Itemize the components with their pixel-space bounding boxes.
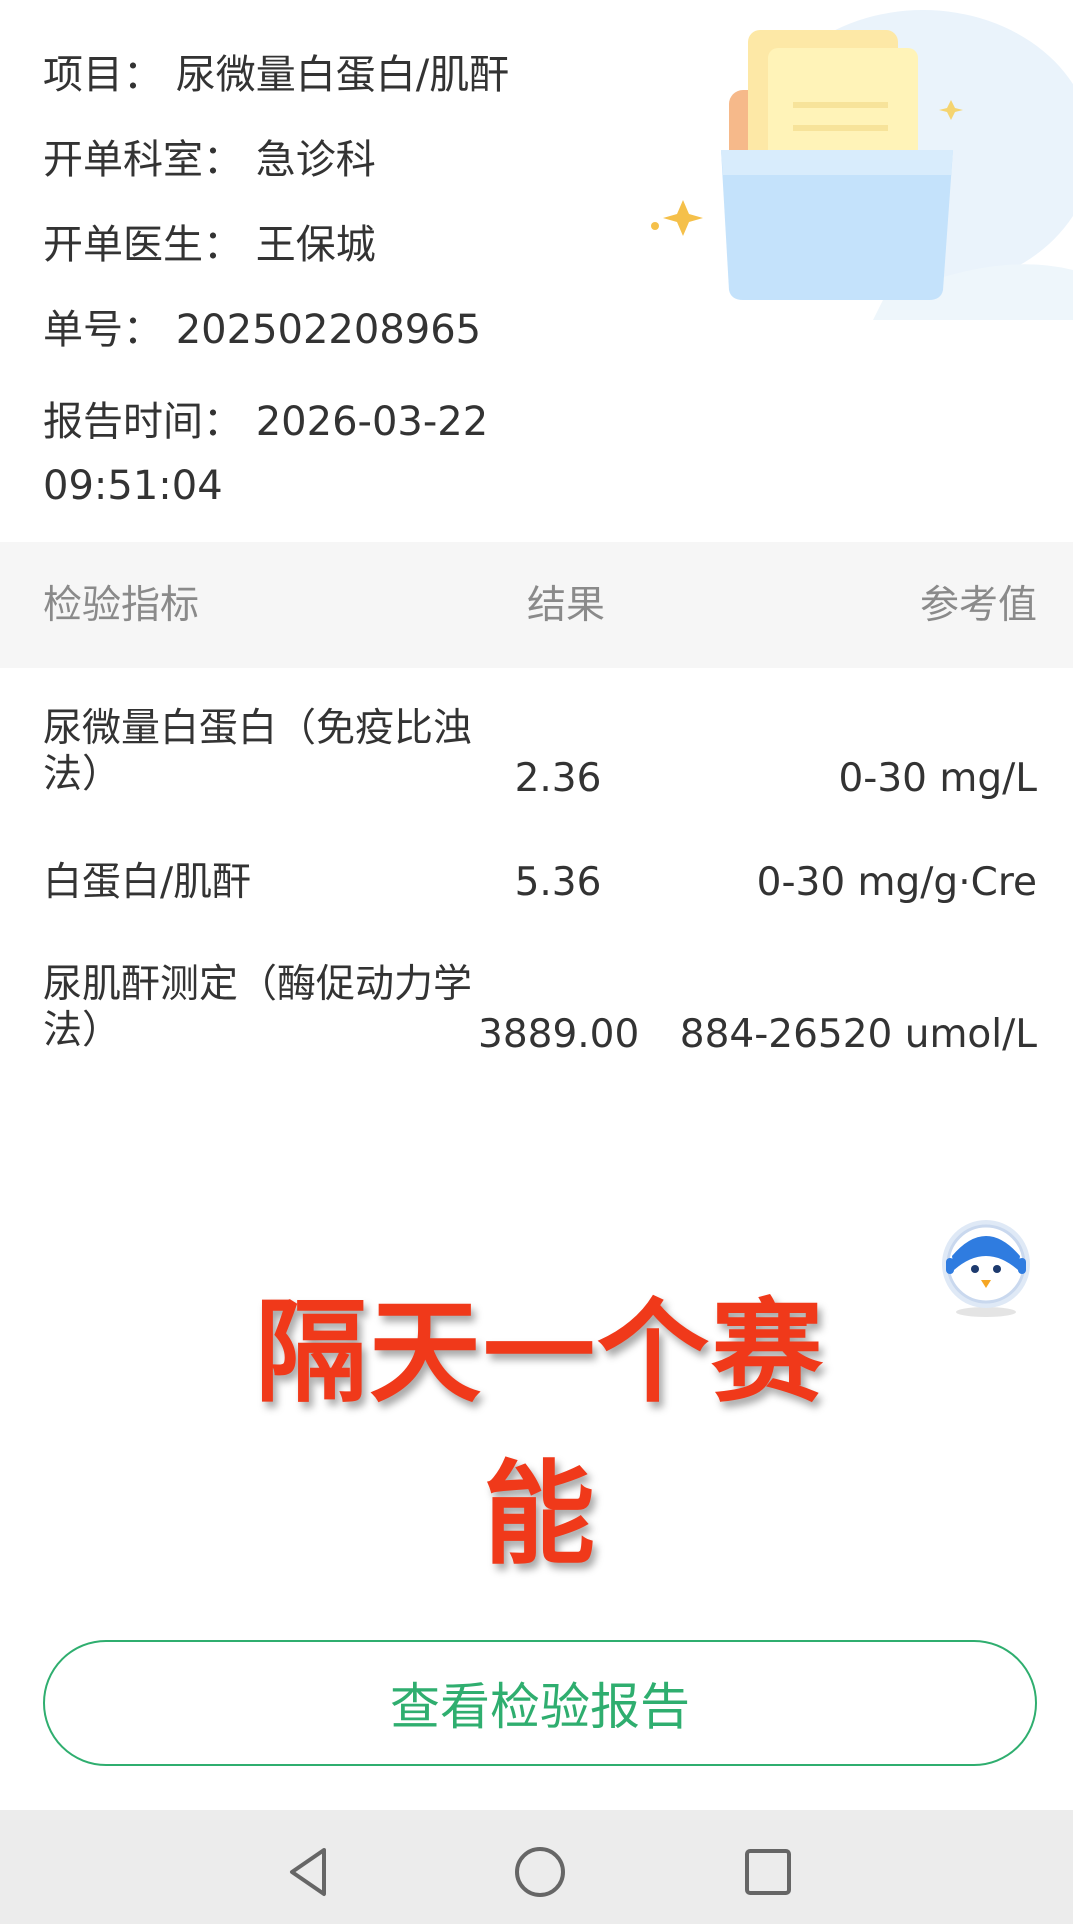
indicator-name: 尿微量白蛋白（免疫比浊法） <box>43 706 473 797</box>
table-row: 白蛋白/肌酐 5.36 0-30 mg/g·Cre <box>0 860 1073 910</box>
table-row: 尿肌酐测定（酶促动力学法） 3889.00 884-26520 umol/L <box>0 962 1073 1062</box>
recent-apps-icon[interactable] <box>738 1842 798 1902</box>
reference-range: 0-30 mg/g·Cre <box>756 860 1037 905</box>
indicator-name: 尿肌酐测定（酶促动力学法） <box>43 962 473 1053</box>
column-header-reference: 参考值 <box>919 583 1037 628</box>
doctor-row: 开单医生： 王保城 <box>43 220 376 270</box>
results-table-header: 检验指标 结果 参考值 <box>0 542 1073 668</box>
reference-range: 884-26520 umol/L <box>679 1012 1037 1057</box>
department-label: 开单科室： <box>43 137 243 183</box>
department-value: 急诊科 <box>255 137 376 183</box>
report-time-row: 报告时间： 2026-03-22 09:51:04 <box>43 390 563 518</box>
column-header-result: 结果 <box>527 583 606 628</box>
result-value: 5.36 <box>514 860 602 905</box>
reference-range: 0-30 mg/L <box>838 756 1037 801</box>
home-icon[interactable] <box>510 1842 570 1902</box>
column-header-indicator: 检验指标 <box>43 583 200 628</box>
doctor-value: 王保城 <box>255 222 376 268</box>
department-row: 开单科室： 急诊科 <box>43 135 376 185</box>
view-report-button[interactable]: 查看检验报告 <box>43 1640 1037 1766</box>
system-navigation-bar <box>0 1810 1073 1924</box>
overlay-caption: 隔天一个赛能 <box>255 1288 825 1580</box>
project-row: 项目： 尿微量白蛋白/肌酐 <box>43 50 509 100</box>
project-value: 尿微量白蛋白/肌酐 <box>175 52 510 98</box>
order-label: 单号： <box>43 307 163 353</box>
document-folder-icon <box>651 10 1073 320</box>
doctor-label: 开单医生： <box>43 222 243 268</box>
indicator-name: 白蛋白/肌酐 <box>43 860 252 905</box>
table-row: 尿微量白蛋白（免疫比浊法） 2.36 0-30 mg/L <box>0 706 1073 806</box>
report-time-label: 报告时间： <box>43 399 243 445</box>
result-value: 2.36 <box>514 756 602 801</box>
result-value: 3889.00 <box>478 1012 640 1057</box>
robot-mascot-icon[interactable] <box>938 1212 1034 1320</box>
back-icon[interactable] <box>280 1842 340 1902</box>
report-detail-page: 项目： 尿微量白蛋白/肌酐 开单科室： 急诊科 开单医生： 王保城 单号： 20… <box>0 0 1073 1924</box>
project-label: 项目： <box>43 52 163 98</box>
order-number-row: 单号： 202502208965 <box>43 305 481 355</box>
order-value: 202502208965 <box>175 307 482 353</box>
